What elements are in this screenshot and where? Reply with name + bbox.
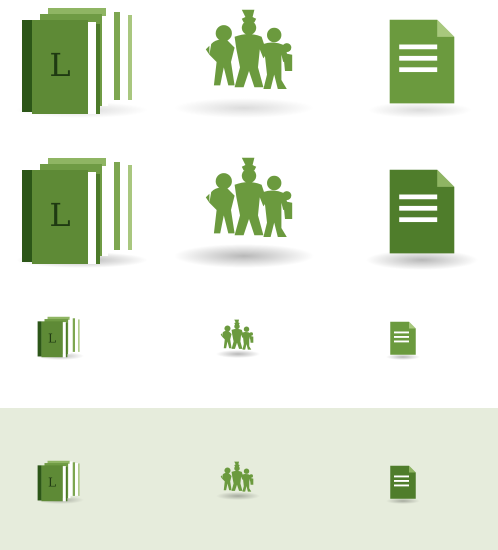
document-icon (366, 169, 478, 270)
people-group-icon (174, 157, 314, 268)
document-icon (368, 19, 472, 118)
people-group-icon (216, 319, 260, 358)
library-books-icon (36, 460, 84, 504)
people-group-icon (216, 461, 260, 500)
people-group-icon (174, 9, 314, 118)
library-books-icon (16, 158, 148, 268)
library-books-icon (36, 316, 84, 360)
document-icon (386, 465, 420, 504)
library-books-icon (16, 8, 148, 118)
document-icon (386, 321, 420, 360)
